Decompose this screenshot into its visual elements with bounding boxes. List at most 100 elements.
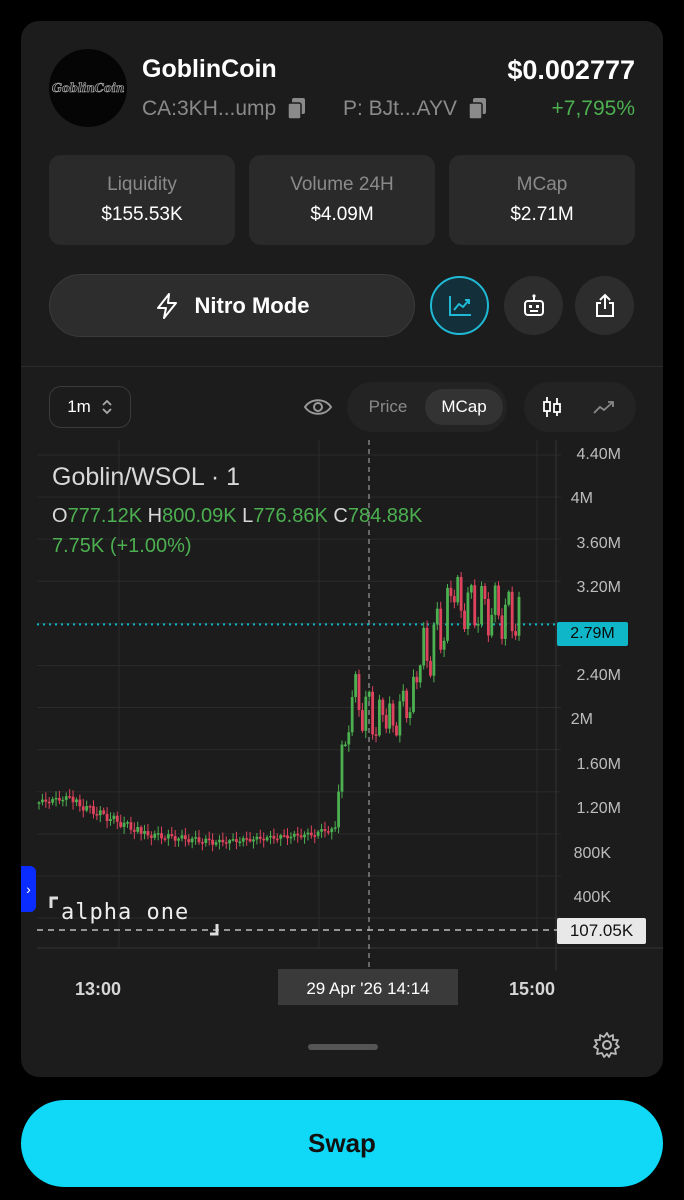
candle-body [432,624,436,676]
chart-legend-title: Goblin/WSOL · 1 [52,463,241,491]
candle-body [78,799,82,807]
token-logo: GoblinCoin [49,49,127,127]
candle-body [119,821,123,827]
candle-body [98,810,102,816]
candle-body [252,839,255,842]
lightning-icon [156,292,177,319]
candle-body [286,835,289,839]
drag-handle[interactable] [308,1044,378,1050]
candle-body [483,586,487,599]
candle-body [350,697,354,733]
copy-icon[interactable] [286,96,308,122]
token-card: GoblinCoin GoblinCoin CA:3KH...ump P: BJ… [21,21,663,1077]
candle-body [258,836,262,839]
candle-body [92,806,95,815]
y-tick-label: 400K [573,889,611,906]
ohlc-o-value: 777.12K [67,505,143,527]
candle-body [214,842,218,845]
watermark-text: alpha one [61,900,190,925]
candle-body [47,801,51,804]
candle-body [381,699,385,715]
candle-body [507,591,511,605]
candle-body [102,810,106,814]
interval-value: 1m [67,397,91,416]
candle-body [408,712,412,719]
candle-body [395,725,398,736]
y-tick-label: 800K [573,845,611,862]
candle-body [323,829,327,832]
candle-body [306,832,310,835]
candle-body [398,701,402,736]
ohlc-c-label: C [333,505,348,527]
current-value-tag: 2.79M [557,622,628,646]
gear-icon[interactable] [593,1031,621,1059]
low-line-tag: 107.05K [557,918,646,944]
swap-button[interactable]: Swap [21,1100,663,1187]
candle-body [269,835,272,838]
candle-body [207,838,211,841]
candle-body [289,836,293,839]
candle-body [109,819,112,822]
candle-body [326,831,330,833]
trending-chart-icon [448,295,471,316]
share-button[interactable] [575,276,634,335]
interval-selector[interactable]: 1m [49,386,131,428]
line-chart-icon[interactable] [592,396,616,418]
candle-body [197,837,201,843]
candle-body [177,838,180,841]
chart-toggle-button[interactable] [430,276,489,335]
candle-body [425,627,429,661]
stat-label: Volume 24H [290,174,394,195]
contract-address[interactable]: CA:3KH...ump [142,96,308,122]
price-option[interactable]: Price [353,389,423,425]
candle-body [238,841,242,844]
candle-body [241,838,245,842]
candlestick-icon[interactable] [540,395,564,419]
candle-body [347,732,351,745]
candle-body [275,838,279,841]
candle-body [64,796,68,800]
price-change: +7,795% [551,97,636,120]
y-tick-label: 3.60M [576,535,621,552]
candle-body [173,836,177,841]
candle-body [340,744,344,792]
candle-body [309,832,313,836]
candle-body [180,835,184,839]
candle-body [514,631,517,636]
candle-body [357,674,361,711]
sidebar-expand-tab[interactable]: › [21,866,36,912]
candle-body [81,806,85,811]
candle-body [490,614,494,636]
bot-button[interactable] [504,276,563,335]
candle-body [231,839,235,841]
candle-body [354,674,357,698]
candle-body [456,577,460,603]
candle-body [112,815,116,820]
candle-body [143,831,146,834]
candle-body [313,835,317,837]
candle-body [58,797,61,801]
candle-body [190,838,194,843]
token-logo-text: GoblinCoin [51,81,125,96]
candle-body [384,714,388,729]
nitro-mode-button[interactable]: Nitro Mode [49,274,415,337]
token-name: GoblinCoin [142,55,277,83]
candle-body [245,838,249,840]
copy-icon[interactable] [467,96,489,122]
mcap-option[interactable]: MCap [425,389,503,425]
token-price: $0.002777 [507,55,635,85]
crosshair-time-tag: 29 Apr '26 14:14 [278,969,458,1005]
candle-body [136,826,140,832]
candle-body [146,831,150,836]
candle-body [54,797,58,800]
candle-body [204,838,208,844]
pair-address[interactable]: P: BJt...AYV [343,96,489,122]
candle-body [303,834,306,838]
candle-body [75,799,78,803]
pair-address-text: P: BJt...AYV [343,97,457,120]
candle-body [68,796,72,798]
candle-body [221,839,225,843]
eye-icon[interactable] [303,394,333,420]
ohlc-o-label: O [52,505,68,527]
ohlc-h-label: H [147,505,163,527]
